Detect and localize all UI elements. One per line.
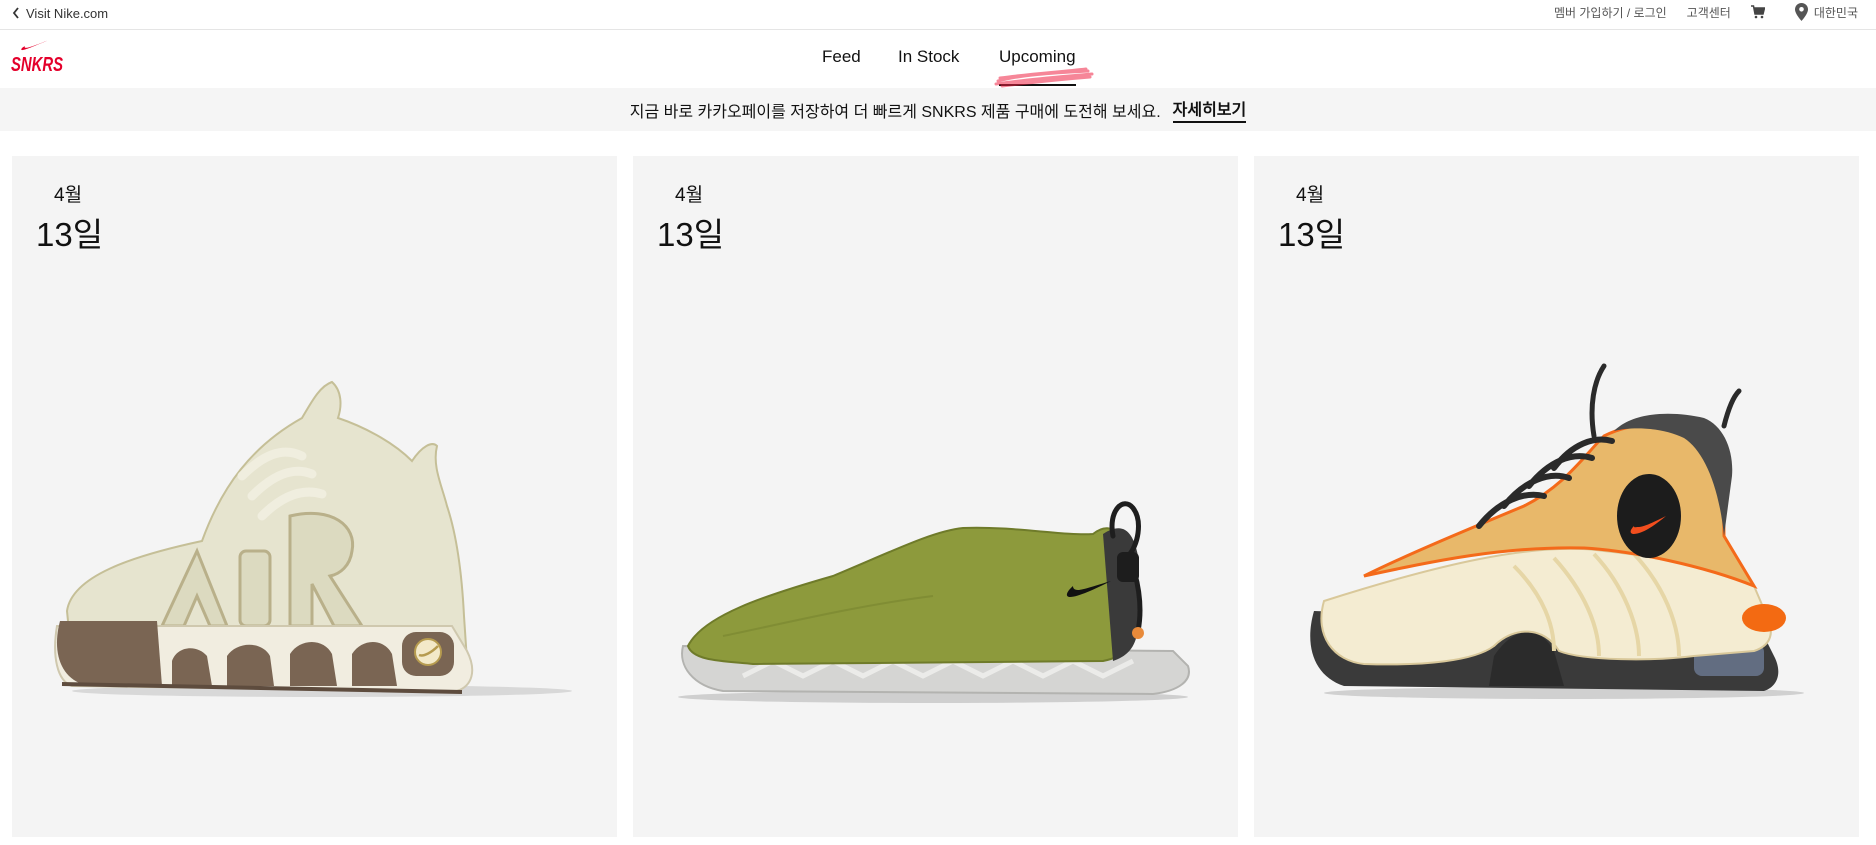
utility-links: 멤버 가입하기 / 로그인 고객센터 대한민국 [1554,2,1858,22]
product-card[interactable]: 4월 13일 [1254,156,1859,837]
sneaker-air-uptempo-image [54,380,572,697]
location-pin-icon [1794,3,1808,21]
tab-in-stock[interactable]: In Stock [898,47,959,67]
promo-details-link[interactable]: 자세히보기 [1172,96,1247,123]
nav-tabs: Feed In Stock Upcoming [0,31,1876,88]
visit-nike-link[interactable]: Visit Nike.com [12,3,108,23]
active-tab-underline [999,84,1076,86]
cart-icon[interactable] [1750,5,1765,19]
tab-feed[interactable]: Feed [822,47,861,67]
product-card[interactable]: 4월 13일 [12,156,617,837]
customer-service-link[interactable]: 고객센터 [1687,4,1731,21]
chevron-left-icon [12,7,19,19]
main-nav: SNKRS Feed In Stock Upcoming [0,31,1876,88]
visit-nike-label: Visit Nike.com [26,5,109,21]
region-selector[interactable]: 대한민국 [1814,4,1858,21]
sneaker-acg-moc-image [678,501,1190,703]
join-login-link[interactable]: 멤버 가입하기 / 로그인 [1554,4,1667,21]
product-card[interactable]: 4월 13일 [633,156,1238,837]
promo-message: 지금 바로 카카오페이를 저장하여 더 빠르게 SNKRS 제품 구매에 도전해… [629,103,1161,121]
promo-banner: 지금 바로 카카오페이를 저장하여 더 빠르게 SNKRS 제품 구매에 도전해… [0,88,1876,131]
tab-upcoming[interactable]: Upcoming [999,47,1076,67]
utility-bar: Visit Nike.com 멤버 가입하기 / 로그인 고객센터 대한민국 [0,0,1876,30]
sneaker-penny-2-image [1310,363,1804,699]
